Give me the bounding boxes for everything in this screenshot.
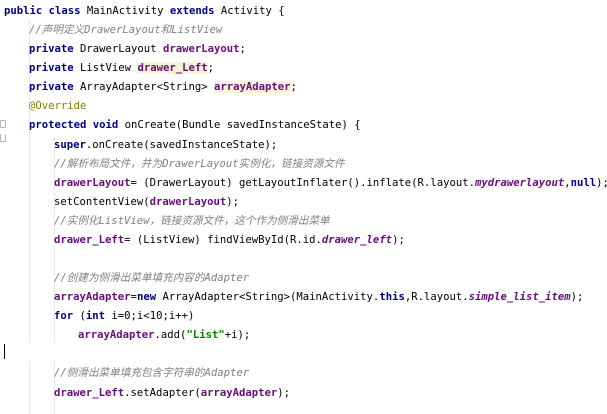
code-token: mydrawerlayout — [474, 177, 565, 189]
code-token: drawer_Left — [54, 234, 125, 246]
code-token: drawerLayout — [162, 43, 240, 55]
code-token: arrayAdapter — [78, 329, 155, 341]
code-token: arrayAdapter — [200, 387, 278, 399]
code-token: drawer_Left — [137, 62, 208, 74]
code-token: ); — [596, 177, 607, 189]
code-token: int — [85, 310, 112, 322]
code-token: .setAdapter( — [124, 387, 201, 399]
code-token: drawer_Left — [54, 387, 125, 399]
code-token: +i); — [224, 329, 251, 341]
code-line[interactable]: arrayAdapter=new ArrayAdapter<String>(Ma… — [54, 288, 583, 307]
code-line[interactable]: //声明定义DrawerLayout和ListView — [29, 21, 222, 40]
code-line[interactable]: for (int i=0;i<10;i++) — [54, 307, 194, 326]
code-token: drawerLayout — [54, 177, 131, 189]
code-token: drawerLayout — [149, 196, 227, 208]
code-token: drawer_left — [321, 234, 393, 246]
code-line[interactable]: //侧滑出菜单填充包含字符串的Adapter — [54, 364, 249, 383]
code-line[interactable]: super.onCreate(savedInstanceState); — [54, 136, 277, 155]
code-token: ListView — [80, 62, 138, 74]
code-token: ); — [570, 291, 584, 303]
code-token: private — [29, 62, 81, 74]
code-token: //创建为侧滑出菜单填充内容的Adapter — [54, 272, 250, 284]
code-token: ArrayAdapter<String> — [80, 81, 214, 93]
code-token: arrayAdapter — [213, 81, 291, 93]
code-token: ; — [239, 43, 246, 55]
code-line[interactable]: private DrawerLayout drawerLayout; — [29, 40, 246, 59]
code-token: ; — [207, 62, 214, 74]
code-token: protected void — [29, 119, 125, 131]
code-token: setContentView( — [54, 196, 150, 208]
code-token: ); — [226, 196, 239, 208]
code-token: super — [54, 139, 86, 151]
code-token: new — [136, 291, 163, 303]
code-token: public class — [4, 5, 87, 17]
code-token: private — [29, 81, 81, 93]
code-token: DrawerLayout — [80, 43, 163, 55]
code-line[interactable]: //解析布局文件，并为DrawerLayout实例化，链接资源文件 — [54, 155, 345, 174]
code-line[interactable]: private ListView drawer_Left; — [29, 59, 214, 78]
code-line[interactable]: arrayAdapter.add("List"+i); — [78, 326, 250, 345]
code-token: simple_list_item — [468, 291, 571, 303]
code-token: ); — [277, 387, 291, 399]
code-token: ; — [290, 81, 297, 93]
code-token: @Override — [29, 100, 87, 112]
code-token: //解析布局文件，并为DrawerLayout实例化，链接资源文件 — [54, 158, 345, 170]
code-line[interactable]: drawerLayout= (DrawerLayout) getLayoutIn… — [54, 174, 607, 193]
code-token: //声明定义DrawerLayout和ListView — [29, 24, 223, 36]
code-line[interactable]: public class MainActivity extends Activi… — [4, 2, 285, 21]
code-token: null — [570, 177, 597, 189]
code-token: i=0;i<10;i++) — [111, 310, 195, 322]
code-token: extends — [169, 5, 221, 17]
text-caret — [4, 344, 5, 359]
code-token: private — [29, 43, 81, 55]
code-token: Activity { — [220, 5, 285, 17]
code-token: = (ListView) findViewById(R.id. — [124, 234, 322, 246]
fold-marker-icon[interactable] — [0, 134, 6, 142]
code-token: ArrayAdapter<String>(MainActivity. — [162, 291, 380, 303]
code-token: ); — [392, 234, 405, 246]
code-token: //实例化ListView，链接资源文件，这个作为侧滑出菜单 — [54, 215, 330, 227]
code-line[interactable]: @Override — [29, 97, 86, 116]
code-token: this — [379, 291, 405, 303]
code-token: .onCreate(savedInstanceState); — [85, 139, 278, 151]
code-editor[interactable]: public class MainActivity extends Activi… — [0, 0, 607, 414]
code-token: onCreate(Bundle savedInstanceState) { — [124, 119, 361, 131]
code-line[interactable]: drawer_Left.setAdapter(arrayAdapter); — [54, 384, 290, 403]
code-line[interactable]: protected void onCreate(Bundle savedInst… — [29, 116, 361, 135]
code-line[interactable]: setContentView(drawerLayout); — [54, 193, 239, 212]
code-token: arrayAdapter — [54, 291, 131, 303]
code-token: "List" — [186, 329, 225, 341]
code-token: ,R.layout. — [404, 291, 469, 303]
code-token: //侧滑出菜单填充包含字符串的Adapter — [54, 367, 250, 379]
code-line[interactable]: //创建为侧滑出菜单填充内容的Adapter — [54, 269, 249, 288]
code-token: for — [54, 310, 80, 322]
code-line[interactable]: //实例化ListView，链接资源文件，这个作为侧滑出菜单 — [54, 212, 330, 231]
code-token: = (DrawerLayout) getLayoutInflater().inf… — [130, 177, 475, 189]
code-token: MainActivity — [86, 5, 170, 17]
code-line[interactable]: private ArrayAdapter<String> arrayAdapte… — [29, 78, 297, 97]
code-line[interactable]: drawer_Left= (ListView) findViewById(R.i… — [54, 231, 405, 250]
fold-marker-icon[interactable] — [0, 120, 6, 128]
code-token: .add( — [154, 329, 187, 341]
